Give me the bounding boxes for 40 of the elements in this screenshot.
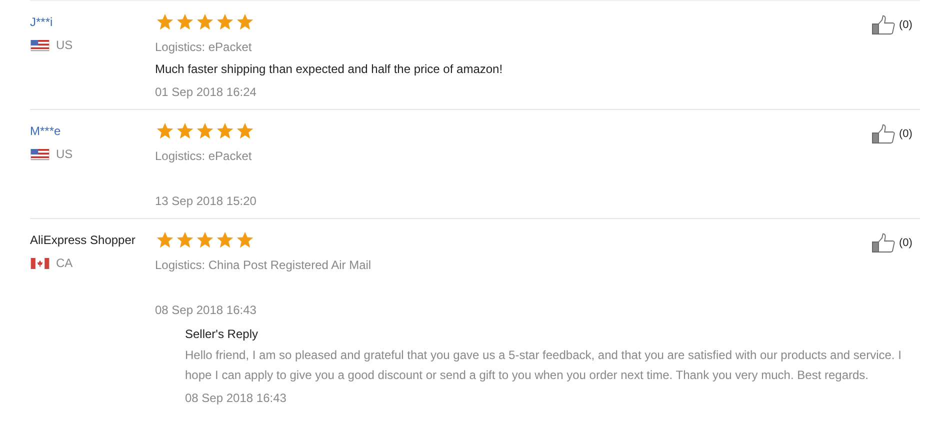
star-icon [235, 13, 255, 31]
star-icon [155, 231, 175, 249]
reply-text: Hello friend, I am so pleased and grateful that you gave us a 5-star feedback, and that you are satisfied with our products and service. I hope I can apply to give you a good discount or send a gift to you when you order next time. Thank you very much. Best regards. [185, 347, 902, 384]
logistics-info: Logistics: China Post Registered Air Mail [155, 257, 372, 274]
star-icon [175, 13, 195, 31]
review-text: Much faster shipping than expected and half the price of amazon! [155, 61, 504, 78]
review-date: 13 Sep 2018 15:20 [155, 193, 258, 210]
star-icon [195, 13, 215, 31]
flag-icon [30, 40, 50, 50]
thumbs-up-icon[interactable] [872, 233, 896, 253]
logistics-info: Logistics: ePacket [155, 148, 253, 165]
review-date: 08 Sep 2018 16:43 [155, 302, 258, 319]
star-icon [195, 231, 215, 249]
logistics-info: Logistics: ePacket [155, 39, 253, 56]
country-code: US [56, 37, 73, 53]
flag-icon [30, 258, 50, 268]
thumbs-up-icon[interactable] [872, 124, 896, 144]
star-icon [155, 122, 175, 140]
user-name[interactable]: M***e [30, 122, 61, 140]
star-icon [215, 231, 235, 249]
like-count: (0) [899, 127, 912, 142]
star-icon [195, 122, 215, 140]
like-count: (0) [899, 18, 912, 33]
country-code: US [56, 146, 73, 162]
star-icon [235, 122, 255, 140]
reply-date: 08 Sep 2018 16:43 [185, 390, 288, 407]
user-name[interactable]: J***i [30, 13, 53, 31]
star-icon [175, 231, 195, 249]
star-icon [155, 13, 175, 31]
like-count: (0) [899, 236, 912, 251]
star-icon [215, 122, 235, 140]
review-date: 01 Sep 2018 16:24 [155, 84, 258, 101]
star-icon [175, 122, 195, 140]
star-icon [235, 231, 255, 249]
reply-title: Seller's Reply [185, 326, 259, 343]
star-icon [215, 13, 235, 31]
thumbs-up-icon[interactable] [872, 15, 896, 35]
country-code: CA [56, 255, 73, 271]
user-name: AliExpress Shopper [30, 232, 136, 249]
flag-icon [30, 148, 50, 160]
